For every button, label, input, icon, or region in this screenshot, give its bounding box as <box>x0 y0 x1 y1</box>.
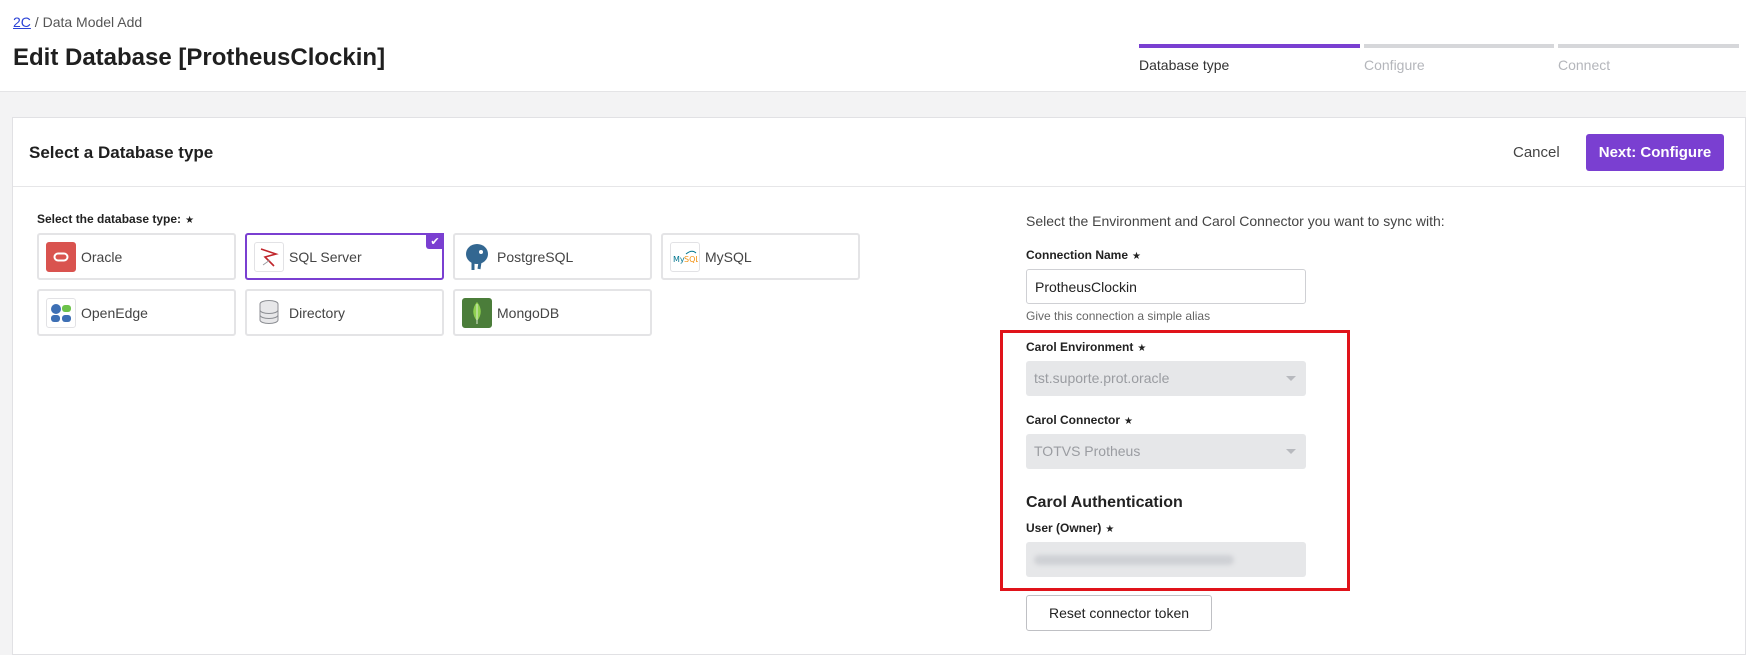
db-tile-mongodb[interactable]: MongoDB <box>453 289 652 336</box>
top-header: 2C / Data Model Add Edit Database [Proth… <box>0 0 1746 92</box>
breadcrumb-separator: / <box>34 14 39 30</box>
db-tile-label: PostgreSQL <box>497 249 574 265</box>
step-connect: Connect <box>1558 44 1739 74</box>
db-tile-label: OpenEdge <box>81 305 148 321</box>
step-progress-bar <box>1139 44 1360 48</box>
step-label: Database type <box>1139 57 1230 73</box>
db-tile-sql-server[interactable]: SQL Server ✔ <box>245 233 444 280</box>
db-tile-oracle[interactable]: Oracle <box>37 233 236 280</box>
sql-server-icon <box>254 242 284 272</box>
breadcrumb-current: Data Model Add <box>42 14 143 30</box>
step-configure: Configure <box>1364 44 1554 74</box>
annotation-highlight-box <box>1000 330 1350 591</box>
card-title: Select a Database type <box>29 143 214 162</box>
mysql-icon: My SQL <box>670 242 700 272</box>
breadcrumb: 2C / Data Model Add <box>13 14 142 30</box>
connection-name-label-text: Connection Name <box>1026 248 1129 262</box>
step-database-type: Database type <box>1139 44 1360 74</box>
openedge-icon <box>46 298 76 328</box>
mongodb-icon <box>462 298 492 328</box>
db-tile-openedge[interactable]: OpenEdge <box>37 289 236 336</box>
directory-icon <box>254 298 284 328</box>
db-tile-label: Oracle <box>81 249 123 265</box>
db-tile-label: MongoDB <box>497 305 560 321</box>
db-tile-label: MySQL <box>705 249 752 265</box>
step-label: Connect <box>1558 57 1611 73</box>
db-type-label-text: Select the database type: <box>37 212 182 226</box>
required-star: ★ <box>185 215 195 226</box>
required-star: ★ <box>1132 251 1141 262</box>
connection-name-label: Connection Name ★ <box>1026 248 1141 262</box>
next-configure-button[interactable]: Next: Configure <box>1586 134 1724 171</box>
db-tile-label: SQL Server <box>289 249 362 265</box>
db-tile-mysql[interactable]: My SQL MySQL <box>661 233 860 280</box>
step-label: Configure <box>1364 57 1425 73</box>
connection-name-input[interactable]: ProtheusClockin <box>1026 269 1306 304</box>
postgresql-icon <box>462 242 492 272</box>
step-progress-bar <box>1558 44 1739 48</box>
card-header: Select a Database type Cancel Next: Conf… <box>13 118 1745 187</box>
db-type-label: Select the database type: ★ <box>37 212 194 226</box>
page-title: Edit Database [ProtheusClockin] <box>13 44 386 71</box>
step-progress-bar <box>1364 44 1554 48</box>
db-tile-postgresql[interactable]: PostgreSQL <box>453 233 652 280</box>
reset-connector-token-button[interactable]: Reset connector token <box>1026 595 1212 631</box>
connection-name-hint: Give this connection a simple alias <box>1026 309 1211 323</box>
sync-intro-text: Select the Environment and Carol Connect… <box>1026 213 1445 229</box>
svg-text:SQL: SQL <box>684 255 698 264</box>
database-type-card: Select a Database type Cancel Next: Conf… <box>12 117 1746 655</box>
db-tile-label: Directory <box>289 305 346 321</box>
db-tile-directory[interactable]: Directory <box>245 289 444 336</box>
oracle-icon <box>46 242 76 272</box>
selected-check-icon: ✔ <box>426 233 444 249</box>
breadcrumb-root-link[interactable]: 2C <box>13 14 31 30</box>
cancel-button[interactable]: Cancel <box>1513 144 1560 161</box>
